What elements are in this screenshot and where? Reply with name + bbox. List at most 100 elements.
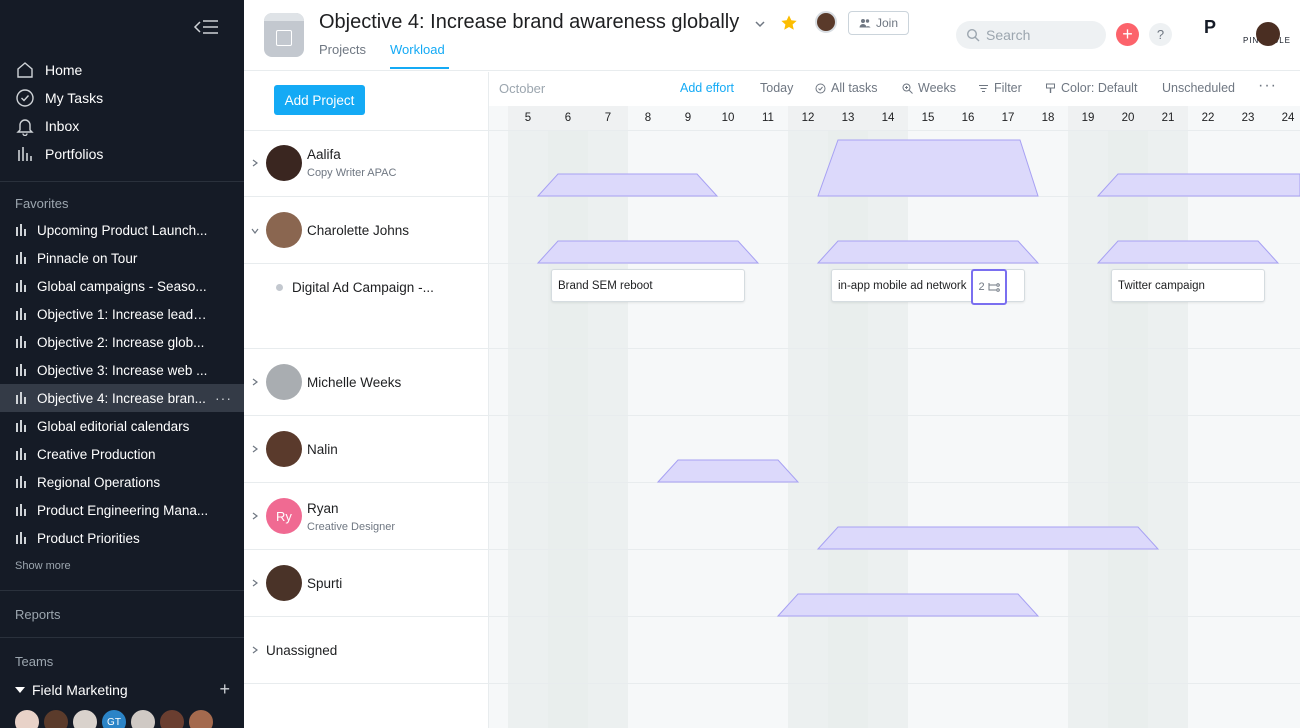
add-team-member-icon[interactable]: +: [219, 679, 230, 700]
person-row-ryan[interactable]: Ry Ryan Creative Designer: [244, 483, 489, 550]
nav-inbox[interactable]: Inbox: [15, 114, 79, 138]
favorite-item[interactable]: Product Priorities: [0, 524, 244, 552]
filter-button[interactable]: Filter: [978, 81, 1022, 95]
unassigned-row[interactable]: Unassigned: [244, 617, 489, 684]
workload-bar[interactable]: [776, 593, 1040, 617]
workload-bar[interactable]: [1096, 240, 1280, 264]
favorite-item[interactable]: Objective 2: Increase glob...: [0, 328, 244, 356]
avatar[interactable]: [159, 709, 185, 728]
person-role: Copy Writer APAC: [307, 167, 397, 179]
today-button[interactable]: Today: [760, 81, 793, 95]
person-row-spurti[interactable]: Spurti: [244, 550, 489, 617]
nav-home-label: Home: [45, 62, 83, 78]
people-panel: Add Project Aalifa Copy Writer APAC Char…: [244, 72, 489, 728]
avatar[interactable]: [188, 709, 214, 728]
favorite-item[interactable]: Pinnacle on Tour: [0, 244, 244, 272]
search-input[interactable]: Search: [956, 21, 1106, 49]
person-name: Charolette Johns: [307, 223, 410, 238]
user-avatar[interactable]: [1256, 22, 1280, 46]
favorite-item[interactable]: Creative Production: [0, 440, 244, 468]
favorite-item[interactable]: Objective 3: Increase web ...: [0, 356, 244, 384]
page-title: Objective 4: Increase brand awareness gl…: [319, 11, 740, 33]
favorite-item[interactable]: Objective 4: Increase bran... ···: [0, 384, 244, 412]
team-field-marketing[interactable]: Field Marketing +: [15, 679, 230, 700]
reports-title[interactable]: Reports: [15, 607, 61, 622]
bar-chart-icon: [16, 420, 26, 432]
members-icon: [859, 19, 871, 28]
nav-my-tasks[interactable]: My Tasks: [15, 86, 103, 110]
avatar: [266, 364, 302, 400]
chevron-down-icon[interactable]: [754, 18, 766, 30]
favorite-item[interactable]: Regional Operations: [0, 468, 244, 496]
tab-workload[interactable]: Workload: [390, 42, 445, 57]
favorite-item[interactable]: Global campaigns - Seaso...: [0, 272, 244, 300]
add-effort-button[interactable]: Add effort: [680, 81, 734, 95]
chevron-right-icon[interactable]: [251, 445, 259, 453]
avatar[interactable]: [72, 709, 98, 728]
avatar[interactable]: GT: [101, 709, 127, 728]
caret-down-icon[interactable]: [15, 686, 25, 693]
favorite-label: Objective 3: Increase web ...: [37, 362, 208, 378]
subtask-badge[interactable]: 2: [971, 269, 1007, 305]
panel-header-row: [244, 72, 489, 131]
home-icon: [17, 62, 33, 78]
workload-bar[interactable]: [536, 240, 760, 264]
show-more-link[interactable]: Show more: [15, 560, 71, 572]
avatar[interactable]: [43, 709, 69, 728]
bar-chart-icon: [16, 532, 26, 544]
project-color-dot: [276, 284, 283, 291]
favorite-item[interactable]: Objective 1: Increase leads...: [0, 300, 244, 328]
search-icon: [966, 28, 980, 42]
favorite-item[interactable]: Global editorial calendars: [0, 412, 244, 440]
org-logo[interactable]: P PINNACLE: [1180, 18, 1290, 52]
favorite-item[interactable]: Upcoming Product Launch...: [0, 216, 244, 244]
favorite-item[interactable]: Product Engineering Mana...: [0, 496, 244, 524]
avatar[interactable]: [815, 11, 837, 33]
more-options-icon[interactable]: ···: [215, 390, 232, 406]
all-tasks-filter[interactable]: All tasks: [815, 81, 878, 95]
favorite-label: Global campaigns - Seaso...: [37, 278, 207, 294]
avatar: [266, 145, 302, 181]
workload-bar[interactable]: [656, 459, 800, 483]
tab-projects[interactable]: Projects: [319, 42, 366, 57]
avatar[interactable]: [130, 709, 156, 728]
chevron-right-icon[interactable]: [251, 378, 259, 386]
workload-bar[interactable]: [1096, 173, 1300, 197]
workload-bar[interactable]: [816, 240, 1040, 264]
person-row-charolette-johns[interactable]: Charolette Johns: [244, 197, 489, 264]
workload-timeline[interactable]: October Add effort Today All tasks Weeks…: [489, 72, 1300, 728]
project-row[interactable]: Digital Ad Campaign -...: [244, 264, 489, 349]
chevron-right-icon[interactable]: [251, 512, 259, 520]
quick-add-button[interactable]: +: [1116, 23, 1139, 46]
nav-home[interactable]: Home: [15, 58, 82, 82]
bar-chart-icon: [16, 504, 26, 516]
chevron-down-icon[interactable]: [251, 227, 259, 235]
person-row-aalifa[interactable]: Aalifa Copy Writer APAC: [244, 131, 489, 197]
unscheduled-button[interactable]: Unscheduled: [1162, 81, 1235, 95]
person-row-nalin[interactable]: Nalin: [244, 416, 489, 483]
help-button[interactable]: ?: [1149, 23, 1172, 46]
collapse-sidebar-icon[interactable]: [192, 16, 220, 38]
star-icon[interactable]: [780, 14, 798, 32]
workload-bar[interactable]: [816, 526, 1160, 550]
person-row-michelle-weeks[interactable]: Michelle Weeks: [244, 349, 489, 416]
bar-chart-icon: [16, 280, 26, 292]
avatar[interactable]: [14, 709, 40, 728]
task-card[interactable]: Brand SEM reboot: [551, 269, 745, 302]
chevron-right-icon[interactable]: [251, 579, 259, 587]
bar-chart-icon: [16, 336, 26, 348]
color-button[interactable]: Color: Default: [1045, 81, 1137, 95]
nav-portfolios[interactable]: Portfolios: [15, 142, 103, 166]
weeks-zoom-button[interactable]: Weeks: [902, 81, 956, 95]
more-options-icon[interactable]: ···: [1258, 77, 1277, 95]
weeks-label: Weeks: [918, 81, 956, 95]
chevron-right-icon[interactable]: [251, 646, 259, 654]
join-button[interactable]: Join: [848, 11, 909, 35]
chevron-right-icon[interactable]: [251, 159, 259, 167]
workload-bar[interactable]: [817, 139, 1039, 197]
bar-chart-icon: [16, 364, 26, 376]
task-card[interactable]: Twitter campaign: [1111, 269, 1265, 302]
favorite-label: Product Engineering Mana...: [37, 502, 209, 518]
workload-bar[interactable]: [536, 173, 719, 197]
nav-inbox-label: Inbox: [45, 118, 80, 134]
